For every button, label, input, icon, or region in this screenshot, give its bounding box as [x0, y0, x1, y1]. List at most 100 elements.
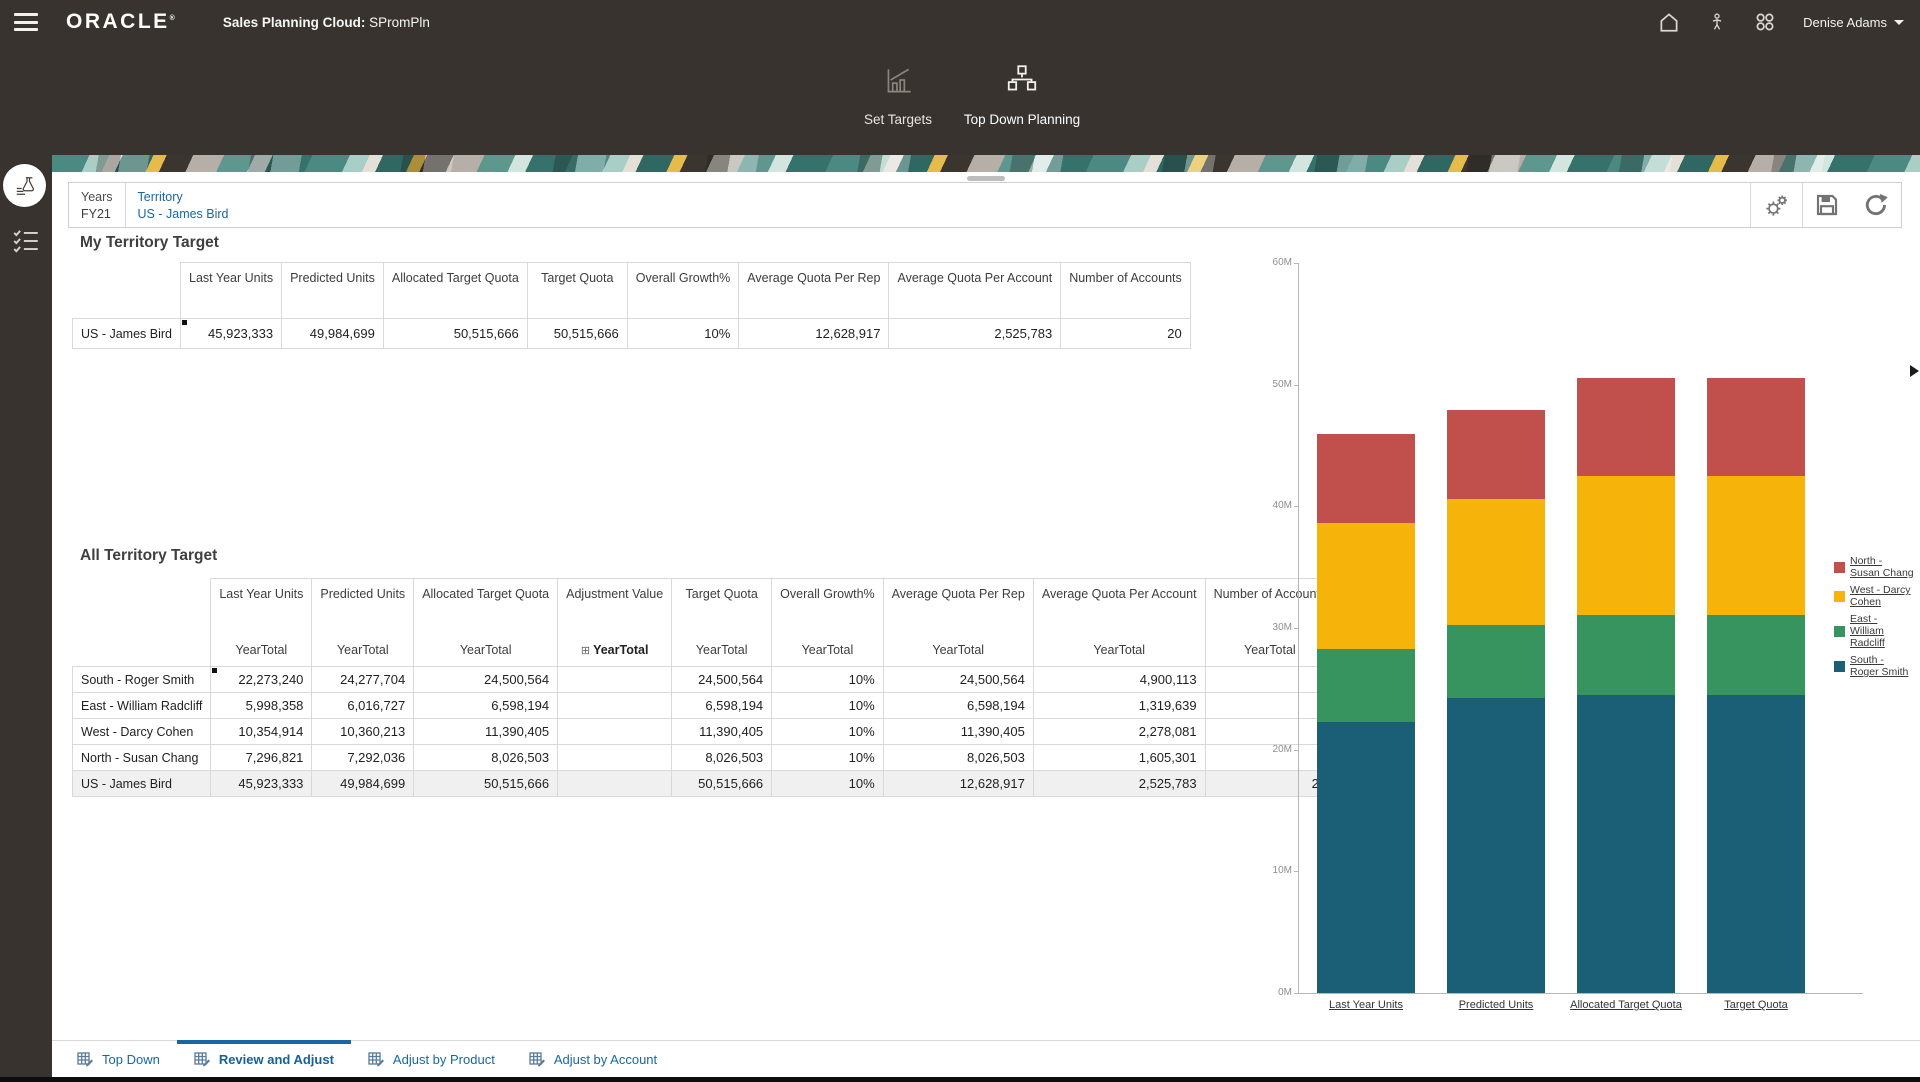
row-header[interactable]: South - Roger Smith: [73, 667, 211, 693]
bar-segment[interactable]: [1317, 649, 1415, 722]
data-cell[interactable]: 24,277,704: [312, 667, 414, 693]
data-cell[interactable]: 10%: [772, 693, 883, 719]
tab-adjust-by-account[interactable]: Adjust by Account: [512, 1041, 674, 1077]
bar-segment[interactable]: [1577, 615, 1675, 695]
bar-segment[interactable]: [1317, 434, 1415, 523]
home-icon[interactable]: [1657, 10, 1681, 34]
data-cell[interactable]: 20: [1061, 319, 1191, 349]
nav-item-top-down-planning[interactable]: Top Down Planning: [937, 52, 1107, 127]
data-cell[interactable]: 6,016,727: [312, 693, 414, 719]
row-header[interactable]: West - Darcy Cohen: [73, 719, 211, 745]
data-cell[interactable]: 1,605,301: [1033, 745, 1205, 771]
data-cell[interactable]: 7,292,036: [312, 745, 414, 771]
category-axis-link[interactable]: Target Quota: [1681, 999, 1831, 1011]
data-cell[interactable]: 8,026,503: [672, 745, 772, 771]
save-button[interactable]: [1803, 193, 1851, 217]
pov-member-territory-link[interactable]: US - James Bird: [138, 207, 229, 221]
bar-segment[interactable]: [1707, 476, 1805, 615]
settings-button[interactable]: [1751, 193, 1802, 218]
data-cell[interactable]: 11,390,405: [883, 719, 1033, 745]
data-cell[interactable]: 50,515,666: [383, 319, 527, 349]
bar-segment[interactable]: [1577, 378, 1675, 476]
data-cell[interactable]: 10%: [627, 319, 738, 349]
data-cell[interactable]: 49,984,699: [282, 319, 384, 349]
data-cell[interactable]: 45,923,333: [211, 771, 312, 797]
sales-planning-launcher-button[interactable]: [3, 164, 46, 207]
row-header[interactable]: North - Susan Chang: [73, 745, 211, 771]
legend-item[interactable]: West - Darcy Cohen: [1834, 584, 1914, 608]
bar-segment[interactable]: [1577, 476, 1675, 615]
data-cell[interactable]: 6,598,194: [414, 693, 558, 719]
data-cell[interactable]: 4,900,113: [1033, 667, 1205, 693]
bar-segment[interactable]: [1317, 722, 1415, 993]
data-cell[interactable]: 7,296,821: [211, 745, 312, 771]
refresh-button[interactable]: [1851, 192, 1901, 218]
data-cell[interactable]: 50,515,666: [414, 771, 558, 797]
bar-segment[interactable]: [1447, 499, 1545, 625]
row-header[interactable]: US - James Bird: [73, 319, 181, 349]
data-cell[interactable]: [558, 693, 672, 719]
data-cell[interactable]: [558, 667, 672, 693]
data-cell[interactable]: 50,515,666: [527, 319, 627, 349]
data-cell[interactable]: [558, 771, 672, 797]
bar-segment[interactable]: [1447, 698, 1545, 993]
user-menu[interactable]: Denise Adams: [1803, 15, 1904, 30]
data-cell[interactable]: 1,319,639: [1033, 693, 1205, 719]
row-header[interactable]: US - James Bird: [73, 771, 211, 797]
task-list-button[interactable]: [11, 228, 41, 254]
data-cell[interactable]: 49,984,699: [312, 771, 414, 797]
bar-segment[interactable]: [1447, 625, 1545, 698]
legend-item[interactable]: North - Susan Chang: [1834, 555, 1914, 579]
bar-segment[interactable]: [1707, 695, 1805, 993]
form-grid-pencil-icon: [194, 1051, 211, 1068]
tab-top-down[interactable]: Top Down: [60, 1041, 177, 1077]
data-cell[interactable]: 10%: [772, 667, 883, 693]
bar-segment[interactable]: [1577, 695, 1675, 993]
category-axis-link[interactable]: Predicted Units: [1421, 999, 1571, 1011]
data-cell[interactable]: 10%: [772, 771, 883, 797]
data-cell[interactable]: 24,500,564: [883, 667, 1033, 693]
data-cell[interactable]: 2,525,783: [889, 319, 1061, 349]
data-cell[interactable]: 10,360,213: [312, 719, 414, 745]
data-cell[interactable]: 8,026,503: [414, 745, 558, 771]
data-cell[interactable]: 11,390,405: [414, 719, 558, 745]
data-cell[interactable]: 10,354,914: [211, 719, 312, 745]
data-cell[interactable]: 50,515,666: [672, 771, 772, 797]
row-header[interactable]: East - William Radcliff: [73, 693, 211, 719]
bar-segment[interactable]: [1707, 378, 1805, 476]
data-cell[interactable]: 5,998,358: [211, 693, 312, 719]
legend-item[interactable]: South - Roger Smith: [1834, 654, 1914, 678]
legend-item[interactable]: East - William Radcliff: [1834, 613, 1914, 649]
data-cell[interactable]: [558, 719, 672, 745]
pov-dim-territory-link[interactable]: Territory: [138, 190, 229, 204]
data-cell[interactable]: 2,278,081: [1033, 719, 1205, 745]
data-cell[interactable]: 45,923,333: [181, 319, 282, 349]
data-cell[interactable]: 6,598,194: [883, 693, 1033, 719]
data-cell[interactable]: 22,273,240: [211, 667, 312, 693]
tab-review-and-adjust[interactable]: Review and Adjust: [177, 1041, 351, 1077]
app-grid-icon[interactable]: [1753, 10, 1777, 34]
data-cell[interactable]: 12,628,917: [883, 771, 1033, 797]
category-axis-link[interactable]: Allocated Target Quota: [1551, 999, 1701, 1011]
data-cell[interactable]: 6,598,194: [672, 693, 772, 719]
data-cell[interactable]: 12,628,917: [739, 319, 889, 349]
data-cell[interactable]: [558, 745, 672, 771]
data-cell[interactable]: 10%: [772, 745, 883, 771]
hamburger-menu-icon[interactable]: [14, 13, 38, 31]
bar-segment[interactable]: [1707, 615, 1805, 695]
academy-person-icon[interactable]: [1707, 10, 1727, 34]
tab-adjust-by-product[interactable]: Adjust by Product: [351, 1041, 512, 1077]
data-cell[interactable]: 2,525,783: [1033, 771, 1205, 797]
panel-drag-handle[interactable]: [967, 176, 1005, 181]
data-cell[interactable]: 8,026,503: [883, 745, 1033, 771]
table-row: US - James Bird45,923,33349,984,69950,51…: [73, 319, 1191, 349]
bar-segment[interactable]: [1447, 410, 1545, 499]
splitter-collapse-arrow[interactable]: [1910, 365, 1919, 377]
data-cell[interactable]: 24,500,564: [414, 667, 558, 693]
data-cell[interactable]: 10%: [772, 719, 883, 745]
data-cell[interactable]: 24,500,564: [672, 667, 772, 693]
category-axis-link[interactable]: Last Year Units: [1291, 999, 1441, 1011]
bar-segment[interactable]: [1317, 523, 1415, 649]
expand-icon[interactable]: ⊞: [581, 645, 590, 657]
data-cell[interactable]: 11,390,405: [672, 719, 772, 745]
